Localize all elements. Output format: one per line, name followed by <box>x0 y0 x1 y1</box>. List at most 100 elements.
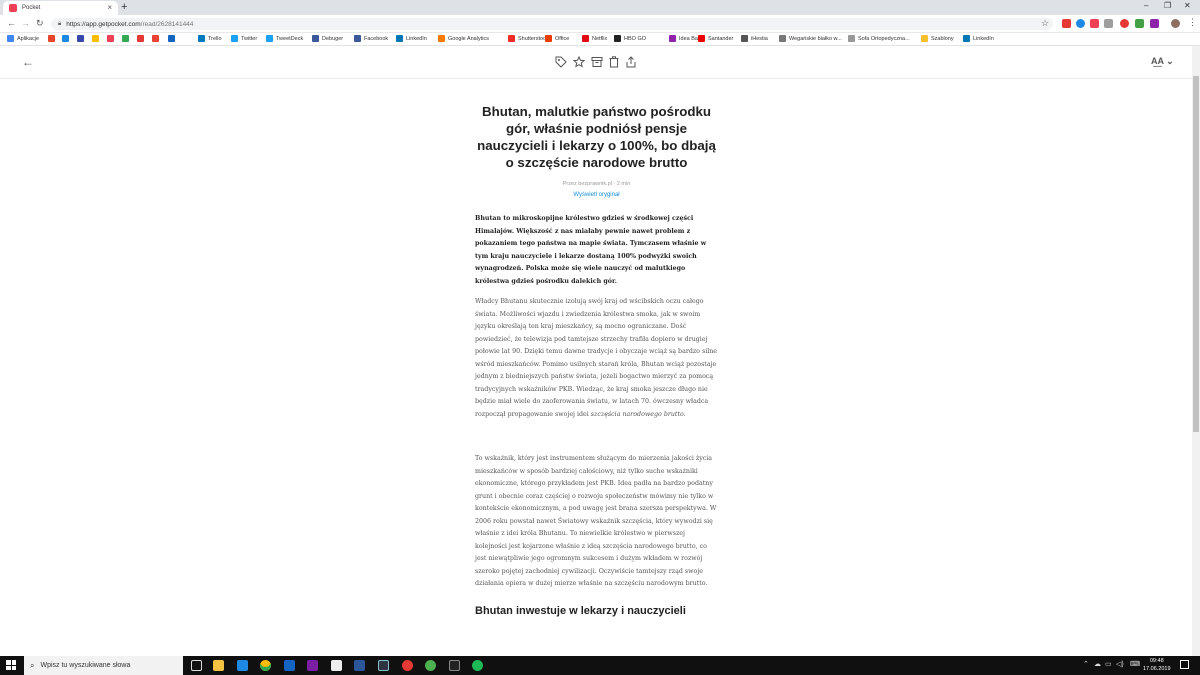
bookmark-star-icon[interactable]: ☆ <box>1041 18 1049 29</box>
file-explorer-icon[interactable] <box>213 660 224 671</box>
display-settings-button[interactable]: A͟A ⌄ <box>1151 56 1174 67</box>
bookmark-item[interactable] <box>48 35 58 42</box>
tab-close-icon[interactable]: × <box>107 3 112 12</box>
bookmark-item[interactable]: LinkedIn <box>396 35 427 42</box>
bookmark-favicon-icon <box>354 35 361 42</box>
extension-icon[interactable] <box>1104 19 1113 28</box>
bookmark-label: iHestia <box>751 35 768 42</box>
bookmark-favicon-icon <box>779 35 786 42</box>
bookmark-item[interactable] <box>92 35 102 42</box>
volume-icon[interactable]: ◁) <box>1116 660 1124 668</box>
minimize-button[interactable]: – <box>1144 1 1148 10</box>
bookmark-item[interactable]: LinkedIn <box>963 35 994 42</box>
bookmark-favicon-icon <box>669 35 676 42</box>
bookmark-favicon-icon <box>122 35 129 42</box>
view-original-link[interactable]: Wyświetl oryginał <box>475 192 718 198</box>
spotify-icon[interactable] <box>472 660 483 671</box>
browser-tab[interactable]: Pocket × <box>3 1 118 15</box>
language-icon[interactable]: ⌨ <box>1130 660 1140 668</box>
bookmark-item[interactable]: Santander <box>698 35 733 42</box>
bookmark-item[interactable]: Twitter <box>231 35 257 42</box>
adblock-icon[interactable] <box>1120 19 1129 28</box>
extension-icon[interactable] <box>1076 19 1085 28</box>
cloud-icon[interactable]: ☁ <box>1094 660 1101 668</box>
close-window-button[interactable]: ✕ <box>1184 1 1191 10</box>
bookmark-item[interactable] <box>107 35 117 42</box>
extension-icon[interactable] <box>1150 19 1159 28</box>
favorite-star-icon[interactable] <box>573 56 585 68</box>
taskbar-search-input[interactable]: ⌕ Wpisz tu wyszukiwane słowa <box>24 656 183 675</box>
bookmark-favicon-icon <box>137 35 144 42</box>
address-bar[interactable]: 🔒︎ https://app.getpocket.com/read/262814… <box>51 18 1053 30</box>
app-icon[interactable] <box>425 660 436 671</box>
task-view-icon[interactable] <box>191 660 202 671</box>
bookmark-item[interactable]: Shutterstock <box>508 35 549 42</box>
archive-icon[interactable] <box>591 56 603 68</box>
system-clock[interactable]: 09:48 17.06.2019 <box>1143 658 1171 673</box>
todo-icon[interactable] <box>284 660 295 671</box>
bookmark-item[interactable]: Sofa Ortopedyczna... <box>848 35 910 42</box>
maximize-button[interactable]: ❐ <box>1164 1 1171 10</box>
app-icon[interactable] <box>449 660 460 671</box>
bookmark-item[interactable] <box>77 35 87 42</box>
chrome-menu-icon[interactable]: ⋮ <box>1188 17 1197 28</box>
app-icon[interactable] <box>331 660 342 671</box>
back-arrow-icon[interactable]: ← <box>7 18 16 28</box>
notifications-icon[interactable] <box>1180 660 1189 669</box>
browser-toolbar: ← → ↻ 🔒︎ https://app.getpocket.com/read/… <box>0 15 1200 33</box>
app-icon[interactable] <box>402 660 413 671</box>
bookmark-label: Shutterstock <box>518 35 549 42</box>
bookmark-item[interactable] <box>168 35 178 42</box>
bookmark-favicon-icon <box>152 35 159 42</box>
bookmark-item[interactable]: Wegańskie białko w... <box>779 35 842 42</box>
windows-taskbar: ⌕ Wpisz tu wyszukiwane słowa ⌃ ☁ ▭ ◁) ⌨ … <box>0 656 1200 675</box>
scrollbar-thumb[interactable] <box>1193 76 1199 432</box>
page-scrollbar[interactable] <box>1192 46 1200 656</box>
bookmark-item[interactable] <box>122 35 132 42</box>
bookmark-item[interactable]: TweetDeck <box>266 35 303 42</box>
bookmark-item[interactable]: Szablony <box>921 35 954 42</box>
bookmark-item[interactable]: Trello <box>198 35 222 42</box>
windows-start-icon[interactable] <box>6 660 16 670</box>
onenote-icon[interactable] <box>307 660 318 671</box>
network-icon[interactable]: ▭ <box>1105 660 1112 668</box>
bookmark-favicon-icon <box>963 35 970 42</box>
reload-icon[interactable]: ↻ <box>36 18 44 29</box>
bookmark-item[interactable]: Google Analytics <box>438 35 489 42</box>
bookmark-item[interactable]: Debuger <box>312 35 343 42</box>
show-hidden-icons-icon[interactable]: ⌃ <box>1083 660 1089 668</box>
bookmark-label: LinkedIn <box>406 35 427 42</box>
trash-icon[interactable] <box>608 56 620 68</box>
share-icon[interactable] <box>625 56 637 68</box>
tag-icon[interactable] <box>555 56 567 68</box>
chrome-icon[interactable] <box>260 660 271 671</box>
bookmark-item[interactable] <box>137 35 147 42</box>
profile-avatar[interactable] <box>1171 19 1180 28</box>
bookmark-favicon-icon <box>312 35 319 42</box>
pocket-extension-icon[interactable] <box>1090 19 1099 28</box>
edge-icon[interactable] <box>237 660 248 671</box>
bookmarks-bar: Aplikacje Trello Twitter TweetDeck Debuger Fa… <box>0 33 1200 46</box>
forward-arrow-icon[interactable]: → <box>21 18 30 28</box>
app-icon[interactable] <box>378 660 389 671</box>
bookmark-item[interactable]: iHestia <box>741 35 768 42</box>
bookmark-item[interactable]: Facebook <box>354 35 388 42</box>
bookmark-item[interactable] <box>152 35 162 42</box>
bookmark-favicon-icon <box>62 35 69 42</box>
clock-date: 17.06.2019 <box>1143 665 1171 672</box>
bookmark-favicon-icon <box>168 35 175 42</box>
article-meta: Przez bezprawnik.pl · 2 min <box>562 181 631 187</box>
article-paragraph: Władcy Bhutanu skutecznie izolują swój k… <box>475 298 718 418</box>
article-lead: Bhutan to mikroskopijne królestwo gdzieś… <box>475 215 707 285</box>
article: Bhutan, malutkie państwo pośrodku gór, w… <box>475 103 718 617</box>
bookmark-item[interactable]: Aplikacje <box>7 35 39 42</box>
new-tab-button[interactable]: + <box>121 1 127 13</box>
bookmark-item[interactable]: HBO GO <box>614 35 646 42</box>
bookmark-item[interactable]: Office <box>545 35 569 42</box>
extension-icon[interactable] <box>1062 19 1071 28</box>
bookmark-item[interactable] <box>62 35 72 42</box>
extension-icon[interactable] <box>1135 19 1144 28</box>
word-icon[interactable] <box>354 660 365 671</box>
back-arrow-icon[interactable]: ← <box>22 55 34 69</box>
bookmark-item[interactable]: Netflix <box>582 35 607 42</box>
